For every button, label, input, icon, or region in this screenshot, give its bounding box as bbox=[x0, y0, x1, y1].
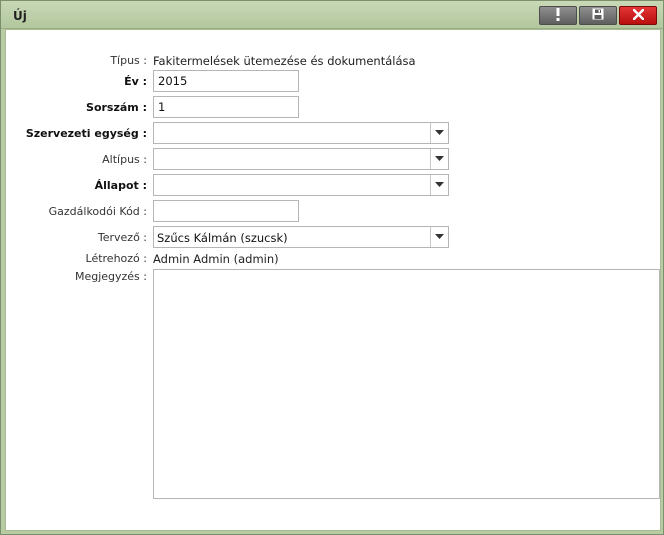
altipus-label: Altípus : bbox=[102, 153, 147, 166]
tipus-label: Típus : bbox=[110, 54, 147, 67]
ev-label: Év : bbox=[124, 75, 147, 88]
dialog-window: Új Típus: Fakitermelések ütemezése és d… bbox=[0, 0, 664, 535]
gazdalkodoi-kod-label: Gazdálkodói Kód : bbox=[48, 205, 147, 218]
tipus-value: Fakitermelések ütemezése és dokumentálás… bbox=[153, 54, 416, 68]
ev-input[interactable]: 2015 bbox=[153, 70, 299, 92]
title-bar[interactable]: Új bbox=[1, 1, 663, 29]
altipus-select[interactable] bbox=[153, 148, 449, 170]
save-button[interactable] bbox=[579, 6, 617, 25]
form-panel: Típus : Fakitermelések ütemezése és doku… bbox=[5, 29, 661, 531]
tervezo-label: Tervező : bbox=[97, 231, 147, 244]
sorszam-label: Sorszám : bbox=[86, 101, 147, 114]
allapot-label: Állapot : bbox=[94, 179, 147, 192]
szervezeti-egyseg-select[interactable] bbox=[153, 122, 449, 144]
megjegyzes-textarea[interactable] bbox=[153, 269, 660, 499]
allapot-select[interactable] bbox=[153, 174, 449, 196]
letrehozo-label: Létrehozó : bbox=[85, 252, 147, 265]
floppy-disk-icon bbox=[592, 8, 604, 23]
tervezo-value: Szűcs Kálmán (szucsk) bbox=[157, 231, 288, 245]
close-icon bbox=[631, 7, 645, 23]
szervezeti-egyseg-label: Szervezeti egység : bbox=[25, 127, 147, 140]
chevron-down-icon[interactable] bbox=[430, 123, 448, 143]
close-button[interactable] bbox=[619, 6, 657, 25]
chevron-down-icon[interactable] bbox=[430, 149, 448, 169]
letrehozo-value: Admin Admin (admin) bbox=[153, 252, 279, 266]
chevron-down-icon[interactable] bbox=[430, 175, 448, 195]
megjegyzes-label: Megjegyzés : bbox=[74, 270, 147, 283]
gazdalkodoi-kod-input[interactable] bbox=[153, 200, 299, 222]
chevron-down-icon[interactable] bbox=[430, 227, 448, 247]
exclamation-icon bbox=[555, 7, 561, 24]
sorszam-input[interactable]: 1 bbox=[153, 96, 299, 118]
help-button[interactable] bbox=[539, 6, 577, 25]
window-title: Új bbox=[13, 9, 27, 23]
tervezo-select[interactable]: Szűcs Kálmán (szucsk) bbox=[153, 226, 449, 248]
